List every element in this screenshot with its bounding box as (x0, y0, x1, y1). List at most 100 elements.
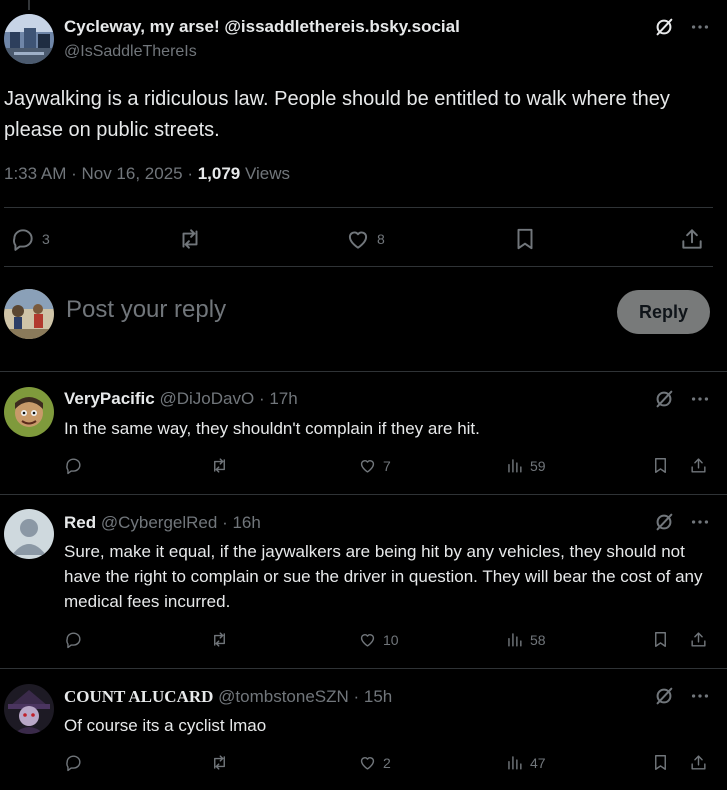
reply-top-actions (653, 685, 711, 707)
reply-button[interactable]: 3 (10, 226, 50, 252)
share-button[interactable] (679, 226, 705, 252)
reply-icon (64, 630, 83, 649)
views-icon (505, 630, 524, 649)
grok-icon[interactable] (653, 388, 675, 410)
like-button[interactable]: 7 (358, 456, 391, 475)
post-meta: 1:33 AM · Nov 16, 2025 · 1,079 Views (4, 164, 290, 184)
like-icon (358, 456, 377, 475)
reply-text: In the same way, they shouldn't complain… (64, 419, 480, 438)
views-count: 1,079 (197, 164, 241, 183)
reply-count: 3 (42, 231, 50, 247)
repost-icon (210, 753, 229, 772)
reply-item[interactable]: VeryPacific @DiJoDavO · 17h In the same … (0, 372, 727, 495)
views-button[interactable]: 59 (505, 456, 546, 475)
reply-author-name[interactable]: Red (64, 513, 96, 532)
reply-header: VeryPacific @DiJoDavO · 17h (64, 389, 298, 409)
reply-submit-button[interactable]: Reply (617, 290, 710, 334)
grok-icon[interactable] (653, 16, 675, 38)
share-button[interactable] (689, 630, 708, 649)
reply-top-actions (653, 388, 711, 410)
share-button[interactable] (689, 456, 708, 475)
reply-header: Red @CybergelRed · 16h (64, 513, 261, 533)
grok-icon[interactable] (653, 685, 675, 707)
like-count: 7 (383, 457, 391, 474)
share-button[interactable] (689, 753, 708, 772)
more-icon[interactable] (689, 511, 711, 533)
reply-item[interactable]: Red @CybergelRed · 16h Sure, make it equ… (0, 495, 727, 669)
reply-input[interactable]: Post your reply (66, 296, 226, 324)
reply-item[interactable]: COUNT ALUCARD @tombstoneSZN · 15h Of cou… (0, 669, 727, 790)
reply-author-name[interactable]: VeryPacific (64, 389, 155, 408)
repost-icon (210, 630, 229, 649)
reply-author-handle[interactable]: @DiJoDavO (159, 389, 254, 408)
bookmark-button[interactable] (512, 226, 538, 252)
avatar[interactable] (4, 509, 54, 559)
avatar[interactable] (4, 684, 54, 734)
bookmark-icon (651, 456, 670, 475)
share-icon (689, 456, 708, 475)
reply-top-actions (653, 511, 711, 533)
like-button[interactable]: 2 (358, 753, 391, 772)
bookmark-icon (651, 753, 670, 772)
bookmark-button[interactable] (651, 753, 670, 772)
like-icon (358, 630, 377, 649)
like-button[interactable]: 10 (358, 630, 399, 649)
post-timestamp[interactable]: 1:33 AM · Nov 16, 2025 · (4, 164, 198, 183)
repost-icon (210, 456, 229, 475)
avatar[interactable] (4, 14, 54, 64)
grok-icon[interactable] (653, 511, 675, 533)
post-action-bar: 3 8 (0, 220, 713, 256)
share-icon (689, 630, 708, 649)
divider (4, 266, 713, 267)
views-count: 47 (530, 754, 546, 771)
reply-author-handle[interactable]: @tombstoneSZN (218, 687, 349, 706)
more-icon[interactable] (689, 16, 711, 38)
reply-button[interactable] (64, 630, 89, 649)
reply-icon (10, 226, 36, 252)
reply-author-handle[interactable]: @CybergelRed (101, 513, 217, 532)
bookmark-button[interactable] (651, 456, 670, 475)
like-icon (358, 753, 377, 772)
reply-icon (64, 753, 83, 772)
repost-button[interactable] (210, 753, 235, 772)
reply-time[interactable]: · 17h (254, 389, 298, 408)
like-icon (345, 226, 371, 252)
views-icon (505, 456, 524, 475)
views-count: 58 (530, 631, 546, 648)
reply-text: Sure, make it equal, if the jaywalkers a… (64, 542, 703, 611)
views-count: 59 (530, 457, 546, 474)
thread-connector (28, 0, 30, 10)
views-button[interactable]: 47 (505, 753, 546, 772)
share-icon (689, 753, 708, 772)
like-count: 8 (377, 231, 385, 247)
reply-icon (64, 456, 83, 475)
like-count: 10 (383, 631, 399, 648)
reply-action-bar: 7 59 (0, 456, 727, 480)
reply-text: Of course its a cyclist lmao (64, 716, 267, 735)
author-display-name[interactable]: Cycleway, my arse! @issaddlethereis.bsky… (64, 17, 460, 37)
more-icon[interactable] (689, 388, 711, 410)
views-button[interactable]: 58 (505, 630, 546, 649)
share-icon (679, 226, 705, 252)
reply-time[interactable]: · 15h (349, 687, 393, 706)
post-text: Jaywalking is a ridiculous law. People s… (4, 88, 670, 141)
views-icon (505, 753, 524, 772)
divider (4, 207, 713, 208)
reply-author-name[interactable]: COUNT ALUCARD (64, 687, 213, 706)
repost-button[interactable] (210, 456, 235, 475)
reply-button[interactable] (64, 456, 89, 475)
bookmark-icon (512, 226, 538, 252)
more-icon[interactable] (689, 685, 711, 707)
repost-button[interactable] (210, 630, 235, 649)
avatar[interactable] (4, 289, 54, 339)
views-label: Views (240, 164, 291, 183)
author-handle[interactable]: @IsSaddleThereIs (64, 43, 197, 61)
avatar[interactable] (4, 387, 54, 437)
reply-time[interactable]: · 16h (217, 513, 261, 532)
like-button[interactable]: 8 (345, 226, 385, 252)
reply-button[interactable] (64, 753, 89, 772)
repost-button[interactable] (176, 226, 210, 252)
reply-header: COUNT ALUCARD @tombstoneSZN · 15h (64, 687, 392, 707)
reply-action-bar: 10 58 (0, 630, 727, 654)
bookmark-button[interactable] (651, 630, 670, 649)
